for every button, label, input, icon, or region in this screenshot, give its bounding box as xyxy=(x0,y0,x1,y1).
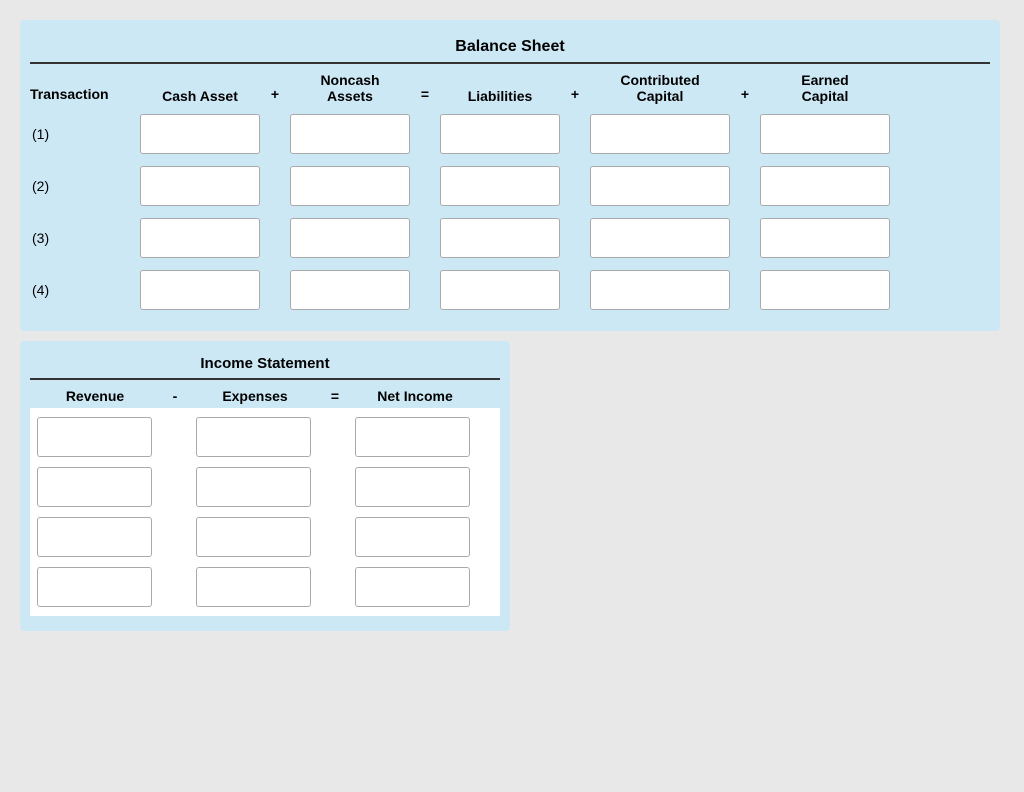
table-row: (4) xyxy=(30,264,990,316)
is-row4-expenses[interactable] xyxy=(196,567,311,607)
income-statement-container: Income Statement Revenue - Expenses = Ne… xyxy=(20,341,510,631)
bs-row1-cash[interactable] xyxy=(140,114,260,154)
is-row4-netincome[interactable] xyxy=(355,567,470,607)
header-minus: - xyxy=(160,388,190,404)
bs-row3-cash[interactable] xyxy=(140,218,260,258)
header-noncash: Noncash Assets xyxy=(290,72,410,104)
bs-row2-earned[interactable] xyxy=(760,166,890,206)
row-label-2: (2) xyxy=(30,178,140,194)
is-row1-revenue[interactable] xyxy=(37,417,152,457)
bs-row3-earned[interactable] xyxy=(760,218,890,258)
is-row1-netincome[interactable] xyxy=(355,417,470,457)
bs-row2-liabilities[interactable] xyxy=(440,166,560,206)
table-row xyxy=(30,462,500,512)
table-row xyxy=(30,412,500,462)
table-row: (2) xyxy=(30,160,990,212)
bs-row1-earned[interactable] xyxy=(760,114,890,154)
bs-row2-noncash[interactable] xyxy=(290,166,410,206)
is-row4-revenue[interactable] xyxy=(37,567,152,607)
header-plus1: + xyxy=(260,86,290,104)
table-row xyxy=(30,512,500,562)
is-row3-netincome[interactable] xyxy=(355,517,470,557)
header-liabilities: Liabilities xyxy=(440,88,560,104)
header-earned-capital: Earned Capital xyxy=(760,72,890,104)
bs-row1-contributed[interactable] xyxy=(590,114,730,154)
row-label-4: (4) xyxy=(30,282,140,298)
bs-row3-contributed[interactable] xyxy=(590,218,730,258)
bs-row1-noncash[interactable] xyxy=(290,114,410,154)
balance-sheet-title: Balance Sheet xyxy=(30,30,990,64)
balance-sheet-header: Transaction Cash Asset + Noncash Assets … xyxy=(30,64,990,108)
row-label-1: (1) xyxy=(30,126,140,142)
header-expenses: Expenses xyxy=(190,388,320,404)
table-row xyxy=(30,562,500,612)
header-net-income: Net Income xyxy=(350,388,480,404)
balance-sheet-container: Balance Sheet Transaction Cash Asset + N… xyxy=(20,20,1000,331)
is-row3-revenue[interactable] xyxy=(37,517,152,557)
header-plus2: + xyxy=(560,86,590,104)
header-equals: = xyxy=(410,86,440,104)
header-equals-income: = xyxy=(320,388,350,404)
bs-row4-earned[interactable] xyxy=(760,270,890,310)
income-statement-title: Income Statement xyxy=(30,351,500,380)
is-row3-expenses[interactable] xyxy=(196,517,311,557)
is-row2-revenue[interactable] xyxy=(37,467,152,507)
header-contributed-capital: Contributed Capital xyxy=(590,72,730,104)
bs-row2-contributed[interactable] xyxy=(590,166,730,206)
bs-row4-cash[interactable] xyxy=(140,270,260,310)
header-transaction: Transaction xyxy=(30,86,140,104)
bs-row4-liabilities[interactable] xyxy=(440,270,560,310)
header-plus3: + xyxy=(730,86,760,104)
bs-row3-noncash[interactable] xyxy=(290,218,410,258)
table-row: (1) xyxy=(30,108,990,160)
header-cash-asset: Cash Asset xyxy=(140,88,260,104)
bs-row1-liabilities[interactable] xyxy=(440,114,560,154)
bs-row4-contributed[interactable] xyxy=(590,270,730,310)
income-rows xyxy=(30,408,500,616)
row-label-3: (3) xyxy=(30,230,140,246)
income-statement-header: Revenue - Expenses = Net Income xyxy=(30,380,500,408)
bs-row4-noncash[interactable] xyxy=(290,270,410,310)
bs-row3-liabilities[interactable] xyxy=(440,218,560,258)
bs-row2-cash[interactable] xyxy=(140,166,260,206)
header-revenue: Revenue xyxy=(30,388,160,404)
is-row2-expenses[interactable] xyxy=(196,467,311,507)
table-row: (3) xyxy=(30,212,990,264)
balance-sheet-rows: (1) (2) (3) xyxy=(30,108,990,316)
is-row2-netincome[interactable] xyxy=(355,467,470,507)
is-row1-expenses[interactable] xyxy=(196,417,311,457)
